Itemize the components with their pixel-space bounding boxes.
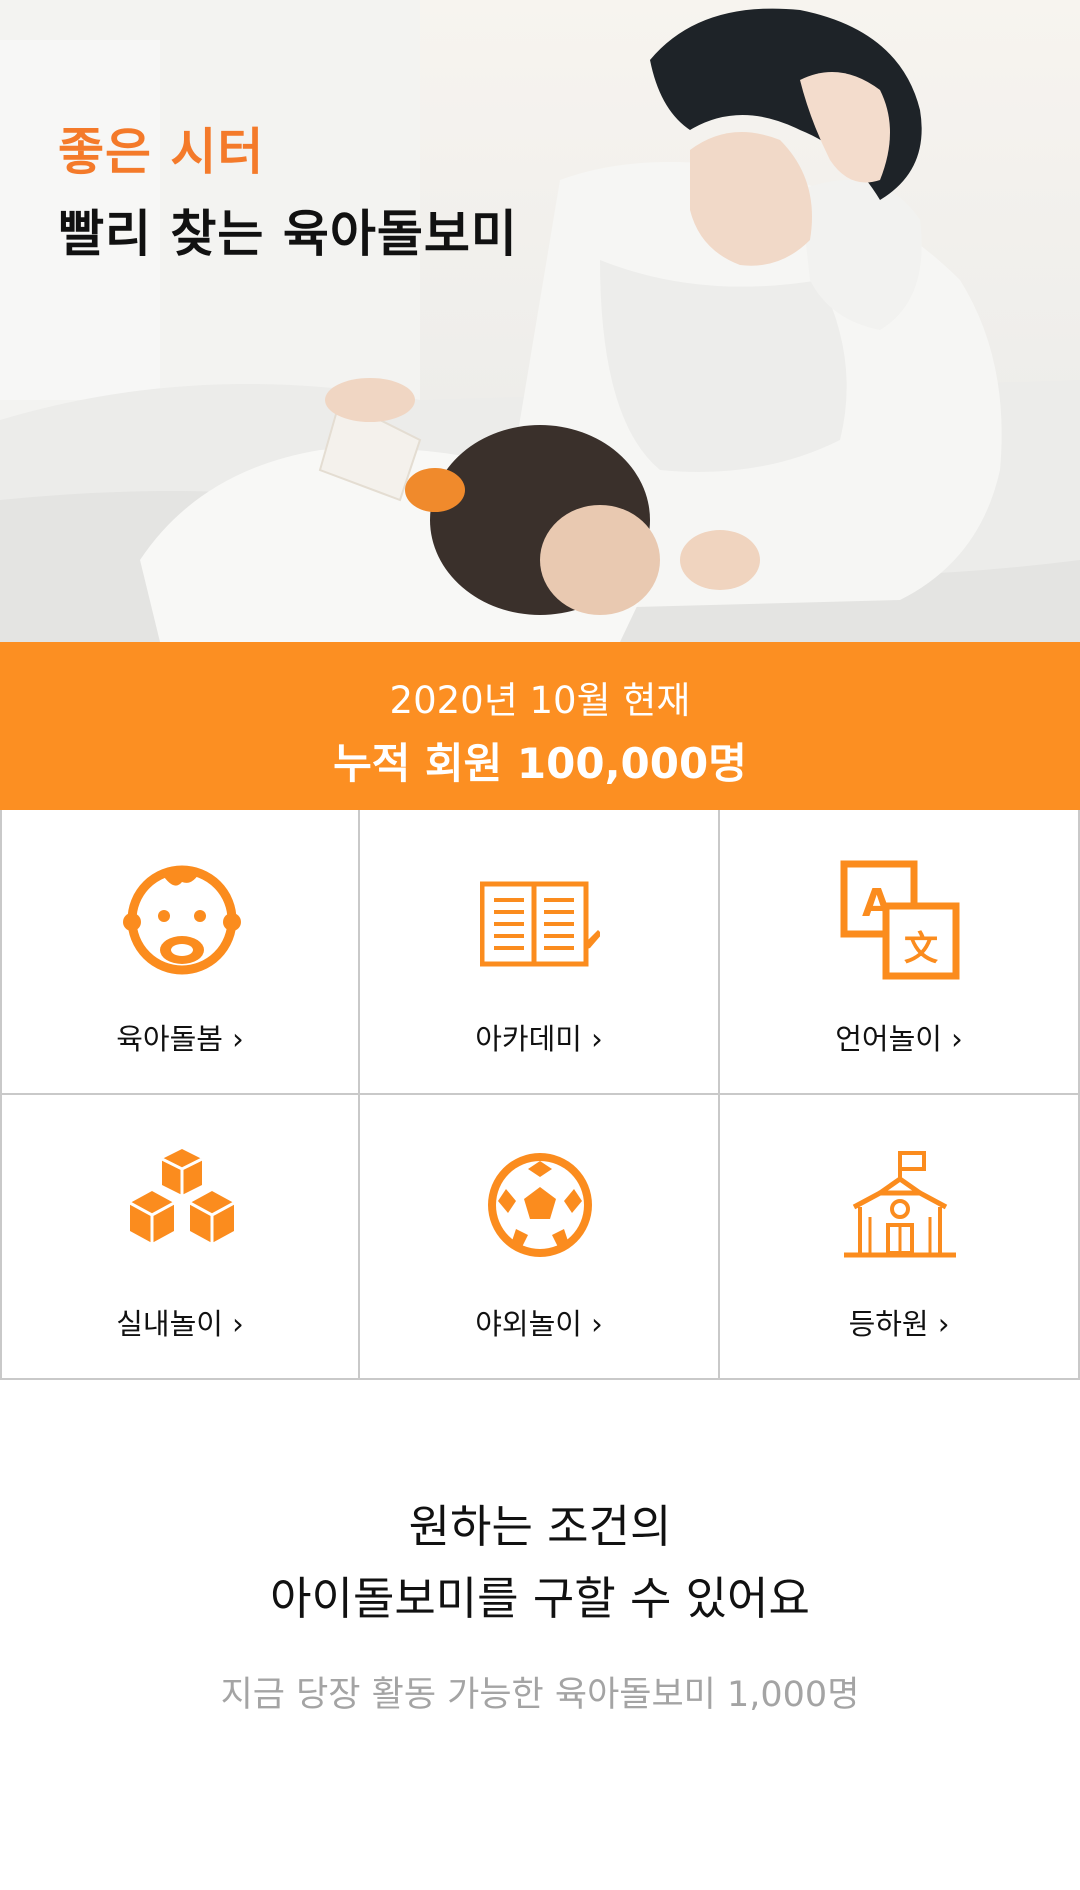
category-label: 등하원 › [848, 1307, 950, 1341]
category-indoor-play[interactable]: 실내놀이 › [0, 1095, 360, 1380]
category-grid: 육아돌봄 › 아카데미 › A 文 언어놀이 › 실내놀이 › 야외놀이 › 등… [0, 810, 1080, 1380]
open-book-pencil-icon [480, 881, 600, 967]
promo-subtitle: 지금 당장 활동 가능한 육아돌보미 1,000명 [220, 1675, 860, 1715]
category-label: 야외놀이 › [475, 1307, 603, 1341]
svg-text:文: 文 [904, 929, 938, 969]
category-childcare[interactable]: 육아돌봄 › [0, 810, 360, 1095]
hero-photo [0, 0, 1080, 642]
promo-title: 원하는 조건의 [408, 1500, 672, 1553]
hero-headline-accent: 좋은 시터 [58, 123, 265, 181]
category-label: 언어놀이 › [835, 1022, 963, 1056]
hero-headline: 빨리 찾는 육아돌보미 [58, 205, 518, 263]
category-language-play[interactable]: A 文 언어놀이 › [720, 810, 1080, 1095]
category-school-commute[interactable]: 등하원 › [720, 1095, 1080, 1380]
school-building-icon [844, 1151, 956, 1258]
stats-member-count: 누적 회원 100,000명 [333, 739, 747, 788]
category-academy[interactable]: 아카데미 › [360, 810, 720, 1095]
category-label: 실내놀이 › [116, 1307, 244, 1341]
soccer-ball-icon [488, 1153, 592, 1257]
member-stats-banner: 2020년 10월 현재 누적 회원 100,000명 [0, 642, 1080, 810]
toy-blocks-icon [129, 1149, 235, 1243]
category-outdoor-play[interactable]: 야외놀이 › [360, 1095, 720, 1380]
category-label: 아카데미 › [475, 1022, 603, 1056]
promo-title-line2: 아이돌보미를 구할 수 있어요 [270, 1572, 810, 1625]
hero-banner: 좋은 시터 빨리 찾는 육아돌보미 [0, 0, 1080, 642]
translate-language-icon: A 文 [840, 860, 960, 980]
category-label: 육아돌봄 › [116, 1022, 244, 1056]
stats-date: 2020년 10월 현재 [389, 679, 691, 722]
baby-face-icon [123, 865, 241, 975]
